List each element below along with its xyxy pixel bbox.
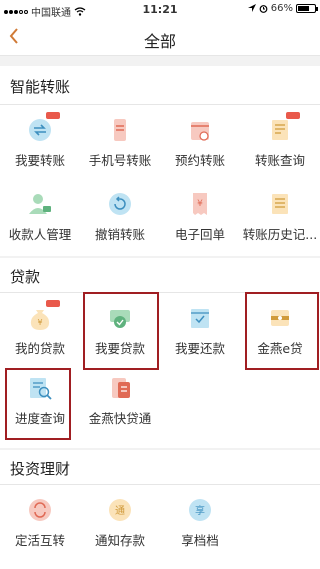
battery-level	[298, 6, 309, 11]
page-title: 全部	[143, 32, 176, 51]
svg-text:享: 享	[195, 504, 205, 517]
item-transfer-query[interactable]: 转账查询	[240, 108, 320, 176]
current-fixed-transfer-icon	[29, 499, 51, 521]
item-repay-loan[interactable]: 我要还款	[160, 296, 240, 364]
battery-icon	[296, 4, 318, 13]
new-badge	[46, 112, 60, 119]
cancel-transfer-icon	[109, 193, 131, 215]
item-label: 预约转账	[174, 153, 225, 168]
item-label: 享档档	[181, 533, 219, 548]
item-label: 电子回单	[174, 227, 225, 242]
item-my-loans[interactable]: ¥ 我的贷款	[0, 296, 80, 364]
receipt-icon: ¥	[193, 193, 207, 215]
battery-percent: 66%	[270, 3, 293, 14]
scheduled-transfer-icon	[191, 122, 209, 141]
status-right: 66%	[247, 3, 318, 14]
divider	[0, 104, 320, 105]
svg-text:¥: ¥	[197, 199, 203, 209]
item-jinyan-quick-loan[interactable]: 金燕快贷通	[80, 366, 160, 434]
section-title: 贷款	[10, 268, 41, 286]
item-xiangdangdang[interactable]: 享 享档档	[160, 488, 240, 556]
new-badge	[286, 112, 300, 119]
item-current-fixed-transfer[interactable]: 定活互转	[0, 488, 80, 556]
item-payee-manage[interactable]: 收款人管理	[0, 182, 80, 250]
item-notice-deposit[interactable]: 通 通知存款	[80, 488, 160, 556]
notice-deposit-icon: 通	[109, 499, 131, 521]
payee-manage-icon	[29, 194, 51, 214]
svg-text:通: 通	[115, 505, 125, 517]
section-title: 智能转账	[10, 78, 71, 96]
item-label: 撤销转账	[94, 227, 145, 242]
section-investment: 投资理财 定活互转 通 通知存款 享 享档档	[0, 450, 320, 569]
phone-transfer-icon	[114, 119, 126, 141]
nav-bar: 全部	[0, 20, 320, 56]
item-label: 通知存款	[94, 533, 145, 548]
history-icon	[272, 194, 288, 214]
alarm-icon	[259, 5, 268, 13]
highlight-box-apply-loan	[83, 292, 159, 370]
item-label: 转账历史记...	[242, 227, 318, 242]
item-label: 我要还款	[174, 341, 225, 356]
svg-text:¥: ¥	[37, 318, 42, 327]
divider	[0, 484, 320, 485]
item-cancel-transfer[interactable]: 撤销转账	[80, 182, 160, 250]
item-label: 金燕快贷通	[88, 411, 152, 426]
item-label: 手机号转账	[88, 153, 152, 168]
new-badge	[46, 300, 60, 307]
highlight-box-progress-query	[5, 368, 71, 440]
highlight-box-jinyan-eloan	[245, 292, 319, 370]
section-smart-transfer: 智能转账 我要转账 手机号转账 预约转账 转账查询 收款人管理 撤销转账 ¥ 电…	[0, 66, 320, 256]
item-receipt[interactable]: ¥ 电子回单	[160, 182, 240, 250]
repay-loan-icon	[191, 309, 209, 328]
xiangdangdang-icon: 享	[189, 499, 211, 521]
item-phone-transfer[interactable]: 手机号转账	[80, 108, 160, 176]
item-transfer[interactable]: 我要转账	[0, 108, 80, 176]
item-label: 我的贷款	[14, 341, 65, 356]
item-label: 我要转账	[14, 153, 65, 168]
section-title: 投资理财	[10, 460, 71, 478]
jinyan-quick-loan-icon	[112, 378, 130, 398]
status-bar: 中国联通 11:21 66%	[0, 0, 320, 20]
item-label: 转账查询	[254, 153, 305, 168]
item-scheduled-transfer[interactable]: 预约转账	[160, 108, 240, 176]
item-transfer-history[interactable]: 转账历史记...	[240, 182, 320, 250]
item-label: 定活互转	[14, 533, 65, 548]
location-icon	[247, 4, 256, 12]
item-label: 收款人管理	[8, 227, 72, 242]
